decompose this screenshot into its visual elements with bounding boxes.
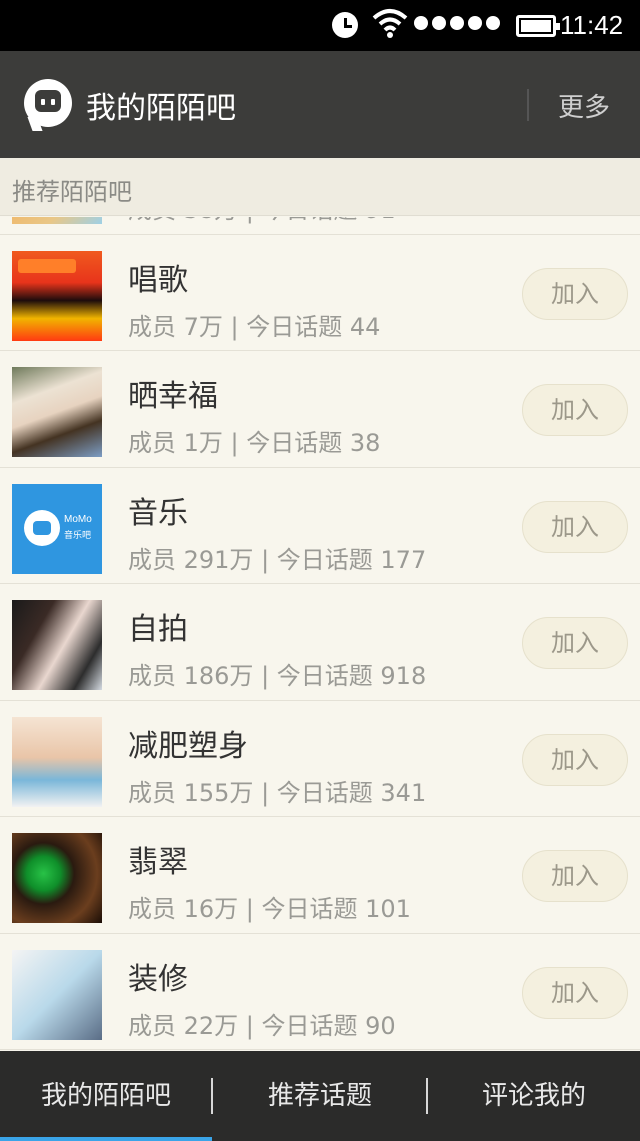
join-button[interactable]: 加入: [522, 267, 628, 320]
momo-face-icon: [24, 509, 60, 546]
section-label: 推荐陌陌吧: [12, 178, 132, 206]
group-thumbnail: [12, 833, 102, 923]
list-item[interactable]: 成员 38万 | 今日话题 91 加入: [0, 217, 640, 235]
list-item[interactable]: 唱歌 成员 7万 | 今日话题 44 加入: [0, 234, 640, 351]
alarm-clock-icon: [332, 12, 358, 38]
battery-icon: [516, 15, 560, 37]
group-thumbnail: MoMo 音乐吧: [12, 483, 102, 574]
group-thumbnail: [12, 600, 102, 690]
thumbnail-brand-sub: 音乐吧: [64, 530, 92, 541]
tab-comments-on-me[interactable]: 评论我的: [428, 1051, 640, 1141]
join-button[interactable]: 加入: [522, 500, 628, 553]
signal-strength-icon: [414, 16, 500, 30]
app-header: 我的陌陌吧 更多: [0, 51, 640, 158]
tab-my-momo-bar[interactable]: 我的陌陌吧: [0, 1051, 212, 1141]
thumbnail-brand: MoMo: [64, 513, 92, 525]
status-bar: 11:42: [0, 0, 640, 51]
group-thumbnail: [12, 250, 102, 341]
tab-recommended-topics[interactable]: 推荐话题: [214, 1051, 426, 1141]
group-thumbnail: [12, 217, 102, 224]
group-name: 晒幸福: [128, 379, 218, 414]
join-button[interactable]: 加入: [522, 733, 628, 786]
group-stats: 成员 291万 | 今日话题 177: [128, 545, 427, 574]
more-button[interactable]: 更多: [558, 87, 610, 124]
join-button[interactable]: 加入: [522, 850, 628, 902]
momo-logo-eyes: [41, 99, 55, 105]
group-thumbnail: [12, 716, 102, 807]
group-stats: 成员 38万 | 今日话题 91: [128, 217, 396, 225]
group-stats: 成员 155万 | 今日话题 341: [128, 778, 427, 807]
list-item[interactable]: 翡翠 成员 16万 | 今日话题 101 加入: [0, 817, 640, 934]
section-header: 推荐陌陌吧: [0, 158, 640, 216]
list-item[interactable]: 装修 成员 22万 | 今日话题 90 加入: [0, 933, 640, 1050]
bottom-nav: 我的陌陌吧 推荐话题 评论我的: [0, 1051, 640, 1141]
list-item[interactable]: 自拍 成员 186万 | 今日话题 918 加入: [0, 584, 640, 701]
group-stats: 成员 7万 | 今日话题 44: [128, 312, 381, 341]
join-button[interactable]: 加入: [522, 617, 628, 669]
list-item[interactable]: MoMo 音乐吧 音乐 成员 291万 | 今日话题 177 加入: [0, 467, 640, 584]
active-tab-indicator: [0, 1137, 212, 1141]
tab-separator: [211, 1078, 213, 1114]
status-time: 11:42: [560, 10, 624, 40]
group-thumbnail: [12, 949, 102, 1040]
group-list[interactable]: 成员 38万 | 今日话题 91 加入 唱歌 成员 7万 | 今日话题 44 加…: [0, 217, 640, 1051]
group-stats: 成员 186万 | 今日话题 918: [128, 662, 427, 690]
group-name: 装修: [128, 961, 188, 997]
group-stats: 成员 16万 | 今日话题 101: [128, 895, 411, 923]
group-name: 减肥塑身: [128, 728, 248, 764]
group-stats: 成员 1万 | 今日话题 38: [128, 429, 381, 457]
join-button[interactable]: 加入: [522, 384, 628, 436]
group-name: 翡翠: [128, 845, 188, 880]
list-item[interactable]: 减肥塑身 成员 155万 | 今日话题 341 加入: [0, 700, 640, 817]
list-item[interactable]: 晒幸福 成员 1万 | 今日话题 38 加入: [0, 351, 640, 468]
group-thumbnail: [12, 367, 102, 457]
group-name: 自拍: [128, 612, 188, 647]
wifi-icon: [372, 9, 408, 38]
page-title: 我的陌陌吧: [86, 91, 236, 126]
group-stats: 成员 22万 | 今日话题 90: [128, 1011, 396, 1040]
join-button[interactable]: 加入: [522, 966, 628, 1019]
group-name: 唱歌: [128, 262, 188, 298]
group-name: 音乐: [128, 495, 188, 531]
header-divider: [527, 89, 529, 121]
